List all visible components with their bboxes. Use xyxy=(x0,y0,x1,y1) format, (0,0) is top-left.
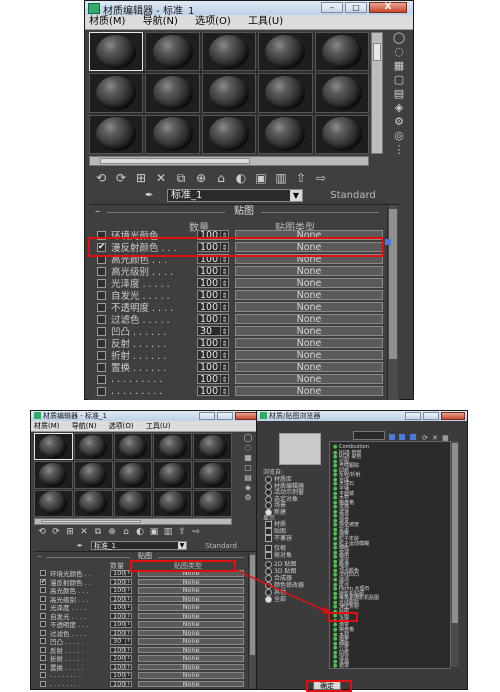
arrow-line xyxy=(235,569,333,615)
arrow-head xyxy=(322,606,332,614)
annotation-arrow xyxy=(235,569,333,615)
